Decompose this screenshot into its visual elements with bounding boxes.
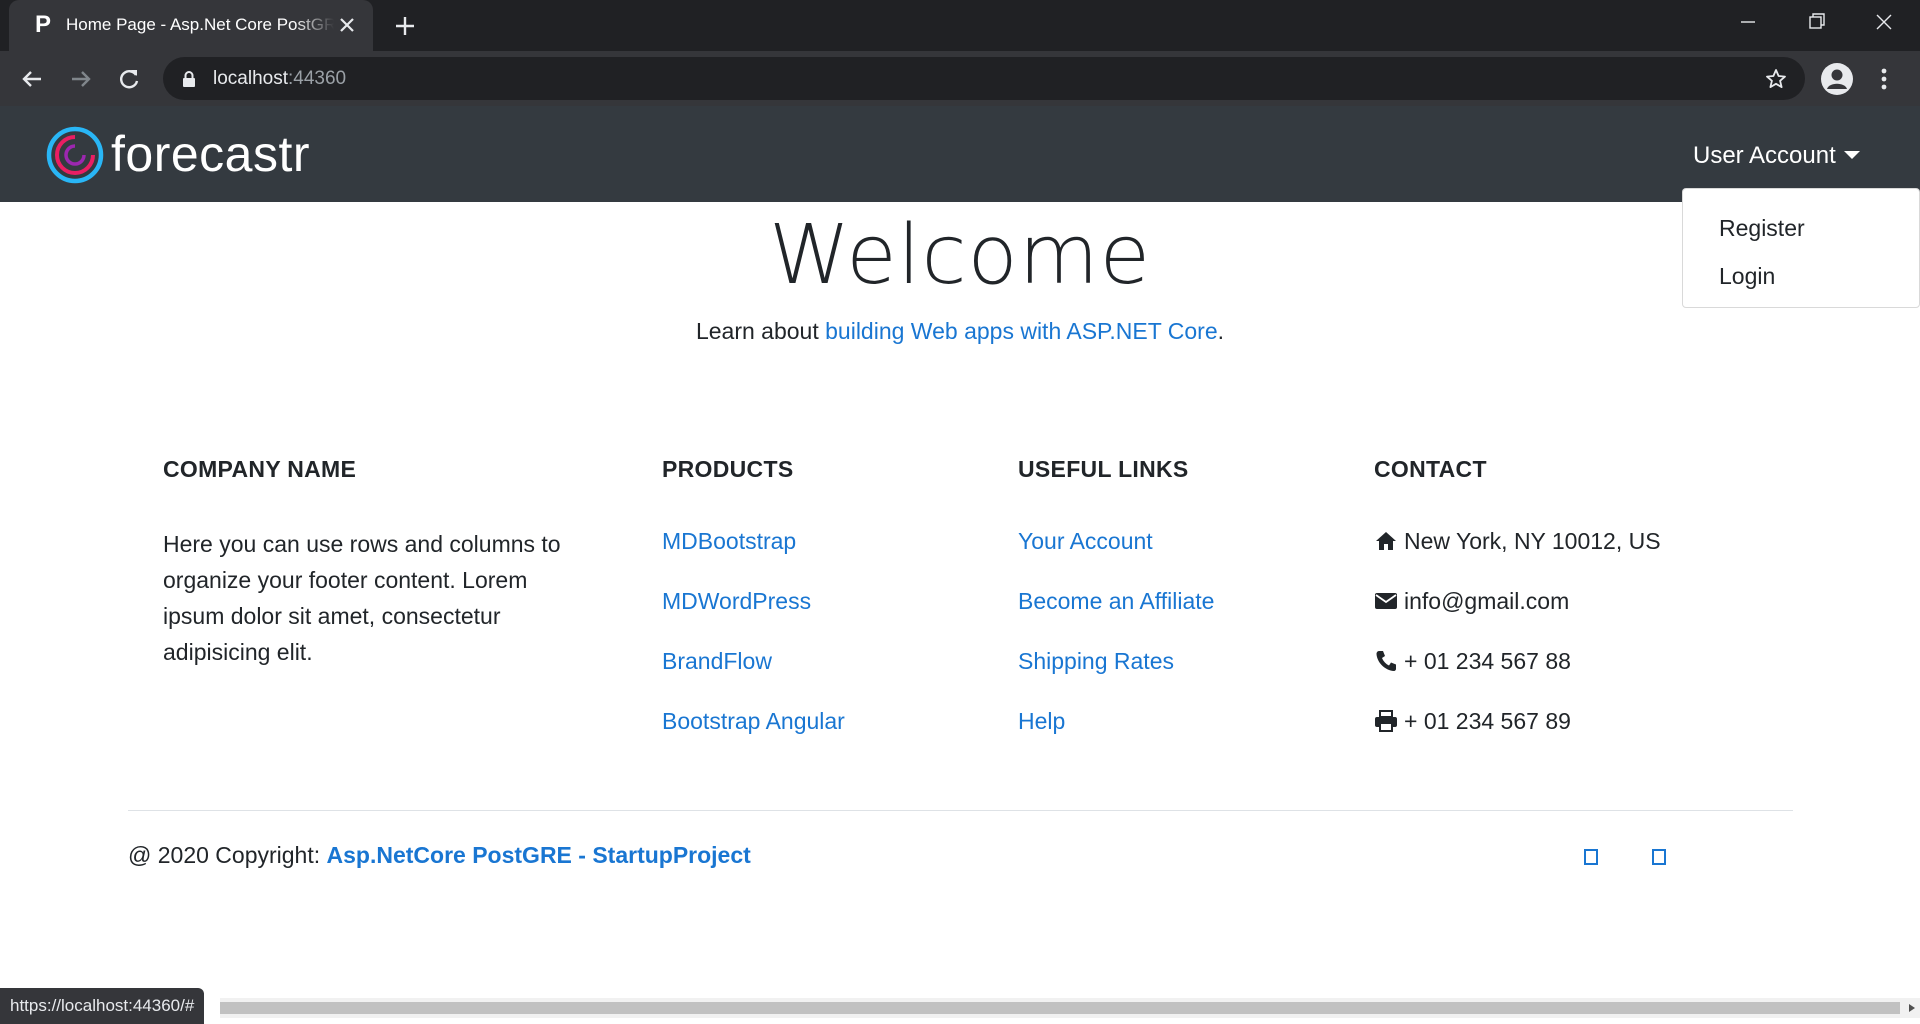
forward-arrow-icon[interactable]: [66, 64, 96, 94]
footer-products-column: PRODUCTS MDBootstrap MDWordPress BrandFl…: [662, 456, 982, 766]
address-bar[interactable]: localhost:44360: [163, 57, 1805, 100]
footer-useful-links-column: USEFUL LINKS Your Account Become an Affi…: [1018, 456, 1338, 766]
bookmark-star-icon[interactable]: [1764, 67, 1788, 91]
scrollbar-thumb[interactable]: [220, 1002, 1900, 1014]
close-icon[interactable]: [335, 13, 359, 37]
window-close-icon[interactable]: [1866, 8, 1902, 36]
company-heading: COMPANY NAME: [163, 456, 357, 482]
contact-fax: + 01 234 567 89: [1374, 706, 1794, 736]
back-arrow-icon[interactable]: [17, 64, 47, 94]
reload-icon[interactable]: [114, 64, 144, 94]
caret-down-icon: [1843, 151, 1860, 159]
url-text[interactable]: localhost:44360: [213, 68, 346, 90]
footer-company-column: COMPANY NAME Here you can use rows and c…: [163, 456, 583, 670]
company-description: Here you can use rows and columns to org…: [163, 531, 561, 665]
status-bar-url: https://localhost:44360/#: [0, 988, 205, 1024]
forecastr-logo-icon[interactable]: [46, 126, 104, 184]
intro-text: Learn about building Web apps with ASP.N…: [0, 318, 1920, 345]
product-link-mdwordpress[interactable]: MDWordPress: [662, 586, 982, 616]
url-host: localhost: [213, 68, 288, 89]
tab-favicon: P: [34, 11, 51, 38]
minimize-icon[interactable]: [1730, 8, 1766, 36]
contact-list: New York, NY 10012, US info@gmail.com + …: [1374, 526, 1794, 736]
new-tab-icon[interactable]: [391, 12, 419, 40]
user-account-dropdown-toggle[interactable]: User Account: [1693, 142, 1860, 170]
page-title: Welcome: [768, 208, 1152, 303]
lock-icon[interactable]: [181, 70, 197, 88]
contact-phone: + 01 234 567 88: [1374, 646, 1794, 676]
product-link-brandflow[interactable]: BrandFlow: [662, 646, 982, 676]
home-icon: [1376, 532, 1396, 550]
browser-tab-strip: P Home Page - Asp.Net Core PostGRE: [0, 0, 1920, 51]
link-help[interactable]: Help: [1018, 706, 1338, 736]
intro-suffix: .: [1217, 318, 1225, 344]
link-become-affiliate[interactable]: Become an Affiliate: [1018, 586, 1338, 616]
url-port: :44360: [288, 68, 347, 89]
contact-fax-text: + 01 234 567 89: [1404, 708, 1571, 734]
copyright-prefix: @ 2020 Copyright:: [128, 842, 327, 868]
useful-links: Your Account Become an Affiliate Shippin…: [1018, 526, 1338, 736]
contact-email-text: info@gmail.com: [1404, 588, 1570, 614]
envelope-icon: [1375, 593, 1397, 609]
user-account-label: User Account: [1693, 142, 1836, 169]
product-link-mdbootstrap[interactable]: MDBootstrap: [662, 526, 982, 556]
print-icon: [1375, 710, 1397, 732]
useful-links-heading: USEFUL LINKS: [1018, 456, 1189, 482]
tab-title: Home Page - Asp.Net Core PostGRE: [66, 15, 334, 34]
social-placeholder-icon[interactable]: [1584, 849, 1598, 865]
phone-icon: [1376, 651, 1396, 671]
brand-name[interactable]: forecastr: [111, 124, 310, 184]
copyright-link[interactable]: Asp.NetCore PostGRE - StartupProject: [327, 842, 751, 868]
products-heading: PRODUCTS: [662, 456, 794, 482]
intro-prefix: Learn about: [695, 318, 826, 344]
browser-toolbar: localhost:44360: [0, 51, 1920, 106]
kebab-menu-icon[interactable]: [1872, 63, 1896, 95]
product-link-bootstrap-angular[interactable]: Bootstrap Angular: [662, 706, 982, 736]
link-shipping-rates[interactable]: Shipping Rates: [1018, 646, 1338, 676]
contact-heading: CONTACT: [1374, 456, 1487, 482]
contact-email: info@gmail.com: [1374, 586, 1794, 616]
horizontal-scrollbar[interactable]: [220, 998, 1920, 1018]
aspnet-docs-link[interactable]: building Web apps with ASP.NET Core: [825, 318, 1218, 344]
link-your-account[interactable]: Your Account: [1018, 526, 1338, 556]
site-navbar: forecastr User Account: [0, 106, 1920, 202]
browser-tab-active[interactable]: P Home Page - Asp.Net Core PostGRE: [9, 0, 373, 51]
copyright: @ 2020 Copyright: Asp.NetCore PostGRE - …: [128, 842, 751, 869]
contact-address-text: New York, NY 10012, US: [1404, 528, 1661, 554]
restore-icon[interactable]: [1798, 8, 1834, 36]
contact-address: New York, NY 10012, US: [1374, 526, 1794, 556]
contact-phone-text: + 01 234 567 88: [1404, 648, 1571, 674]
profile-avatar-icon[interactable]: [1819, 61, 1855, 97]
scroll-right-arrow-icon[interactable]: [1906, 1002, 1918, 1014]
footer-contact-column: CONTACT New York, NY 10012, US info@gmai…: [1374, 456, 1794, 766]
footer-divider: [128, 810, 1793, 811]
social-placeholder-icon[interactable]: [1652, 849, 1666, 865]
products-links: MDBootstrap MDWordPress BrandFlow Bootst…: [662, 526, 982, 736]
